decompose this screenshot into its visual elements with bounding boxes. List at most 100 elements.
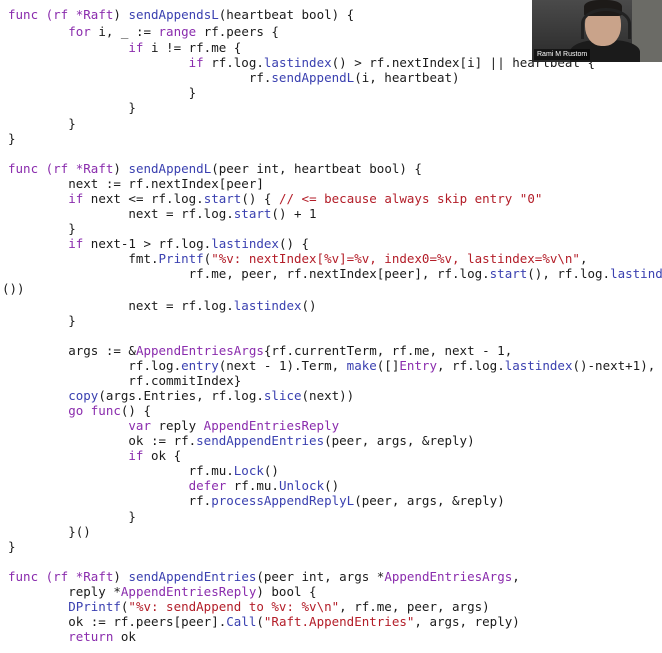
code-token: (args.Entries, rf.log. — [98, 388, 264, 403]
code-token: () { — [120, 403, 151, 418]
code-token: AppendEntriesReply — [120, 584, 257, 599]
code-line: } — [8, 221, 76, 236]
code-token: func (rf * — [8, 7, 84, 22]
code-token: () { — [241, 191, 279, 206]
code-token: lastindex — [263, 55, 332, 70]
code-token: (next)) — [301, 388, 355, 403]
code-token: (heartbeat bool) { — [218, 7, 355, 22]
code-token: i, _ := — [98, 24, 159, 39]
code-token: start — [203, 191, 242, 206]
code-token: start — [489, 266, 528, 281]
code-line: }() — [8, 524, 91, 539]
code-token: Raft — [83, 569, 114, 584]
code-token: AppendEntriesArgs — [135, 343, 264, 358]
code-token: } — [8, 539, 16, 554]
code-token: , args, reply) — [414, 614, 520, 629]
code-token: Unlock — [278, 478, 325, 493]
code-token: if — [8, 448, 151, 463]
code-token: (peer, args, &reply) — [354, 493, 505, 508]
code-editor[interactable]: func (rf *Raft) sendAppendsL(heartbeat b… — [0, 0, 662, 653]
code-line: next = rf.log.start() + 1 — [8, 206, 317, 221]
code-token: ()-next+1), — [572, 358, 656, 373]
code-token: sendAppendL — [271, 70, 355, 85]
code-line: next := rf.nextIndex[peer] — [8, 176, 264, 191]
code-token: if — [8, 191, 91, 206]
code-line: } — [8, 131, 16, 146]
code-token: ) — [113, 569, 129, 584]
code-token: } — [8, 85, 197, 100]
code-line: rf.sendAppendL(i, heartbeat) — [8, 70, 460, 85]
code-line: rf.me, peer, rf.nextIndex[peer], rf.log.… — [8, 266, 662, 281]
code-token: range — [158, 24, 204, 39]
code-token: fmt. — [8, 251, 159, 266]
code-token: rf.log. — [8, 358, 182, 373]
code-token: func (rf * — [8, 161, 84, 176]
code-token: rf. — [8, 493, 212, 508]
code-line: reply *AppendEntriesReply) bool { — [8, 584, 317, 599]
code-token: () + 1 — [271, 206, 317, 221]
code-token: (peer int, args * — [256, 569, 385, 584]
code-line: for i, _ := range rf.peers { — [8, 24, 279, 39]
code-token: sendAppendL — [128, 161, 212, 176]
code-token: lastindex — [233, 298, 302, 313]
code-token: make — [346, 358, 377, 373]
code-token: if — [8, 236, 91, 251]
code-token: copy — [8, 388, 99, 403]
code-token: Entry — [399, 358, 437, 373]
code-line: return ok — [8, 629, 136, 644]
code-token: lastindex — [211, 236, 279, 251]
code-line: ok := rf.sendAppendEntries(peer, args, &… — [8, 433, 475, 448]
code-token: (peer int, heartbeat bool) { — [211, 161, 422, 176]
code-token: "%v: nextIndex[%v]=%v, index0=%v, lastin… — [211, 251, 580, 266]
code-token: , rf.log. — [437, 358, 505, 373]
code-token: sendAppendEntries — [128, 569, 257, 584]
code-line: rf.commitIndex} — [8, 373, 241, 388]
code-token: } — [8, 116, 76, 131]
code-token: }() — [8, 524, 91, 539]
code-line: args := &AppendEntriesArgs{rf.currentTer… — [8, 343, 512, 358]
code-token: AppendEntriesArgs — [384, 569, 513, 584]
code-token: , — [512, 569, 520, 584]
code-token: Printf — [158, 251, 204, 266]
code-token: Raft — [83, 7, 114, 22]
code-token: () — [324, 478, 340, 493]
code-token: ()) — [2, 281, 25, 296]
code-token: next = rf.log. — [8, 298, 234, 313]
code-token: () — [263, 463, 279, 478]
code-line: if next <= rf.log.start() { // <= becaus… — [8, 191, 542, 206]
code-line: next = rf.log.lastindex() — [8, 298, 316, 313]
code-line: } — [8, 100, 136, 115]
code-token: Raft — [83, 161, 114, 176]
code-token: // <= because always skip entry "0" — [278, 191, 543, 206]
code-token: ok := rf. — [8, 433, 197, 448]
code-token: reply — [158, 418, 204, 433]
code-token: for — [8, 24, 99, 39]
code-token: lastindex — [504, 358, 573, 373]
code-token: go func — [8, 403, 121, 418]
code-token: start — [233, 206, 272, 221]
code-line: if i != rf.me { — [8, 40, 241, 55]
code-token: next := rf.nextIndex[peer] — [8, 176, 264, 191]
code-token: (next - 1).Term, — [218, 358, 347, 373]
code-line: if ok { — [8, 448, 181, 463]
code-line: var reply AppendEntriesReply — [8, 418, 339, 433]
code-token: processAppendReplyL — [211, 493, 355, 508]
code-token: rf.commitIndex} — [8, 373, 242, 388]
code-line: fmt.Printf("%v: nextIndex[%v]=%v, index0… — [8, 251, 587, 266]
code-token: } — [8, 313, 76, 328]
code-token: entry — [181, 358, 219, 373]
code-token: args := & — [8, 343, 136, 358]
code-token: ) bool { — [256, 584, 317, 599]
code-token: rf.mu. — [8, 463, 234, 478]
code-line: go func() { — [8, 403, 151, 418]
code-token: "%v: sendAppend to %v: %v\n" — [128, 599, 340, 614]
code-token: ok := rf.peers[peer]. — [8, 614, 227, 629]
code-line: copy(args.Entries, rf.log.slice(next)) — [8, 388, 354, 403]
code-token: (peer, args, &reply) — [324, 433, 475, 448]
code-token: () { — [278, 236, 310, 251]
code-token: ) — [113, 7, 129, 22]
code-token: , rf.me, peer, args) — [339, 599, 490, 614]
code-token: var — [8, 418, 159, 433]
code-token: defer — [8, 478, 234, 493]
code-line: rf.log.entry(next - 1).Term, make([]Entr… — [8, 358, 655, 373]
